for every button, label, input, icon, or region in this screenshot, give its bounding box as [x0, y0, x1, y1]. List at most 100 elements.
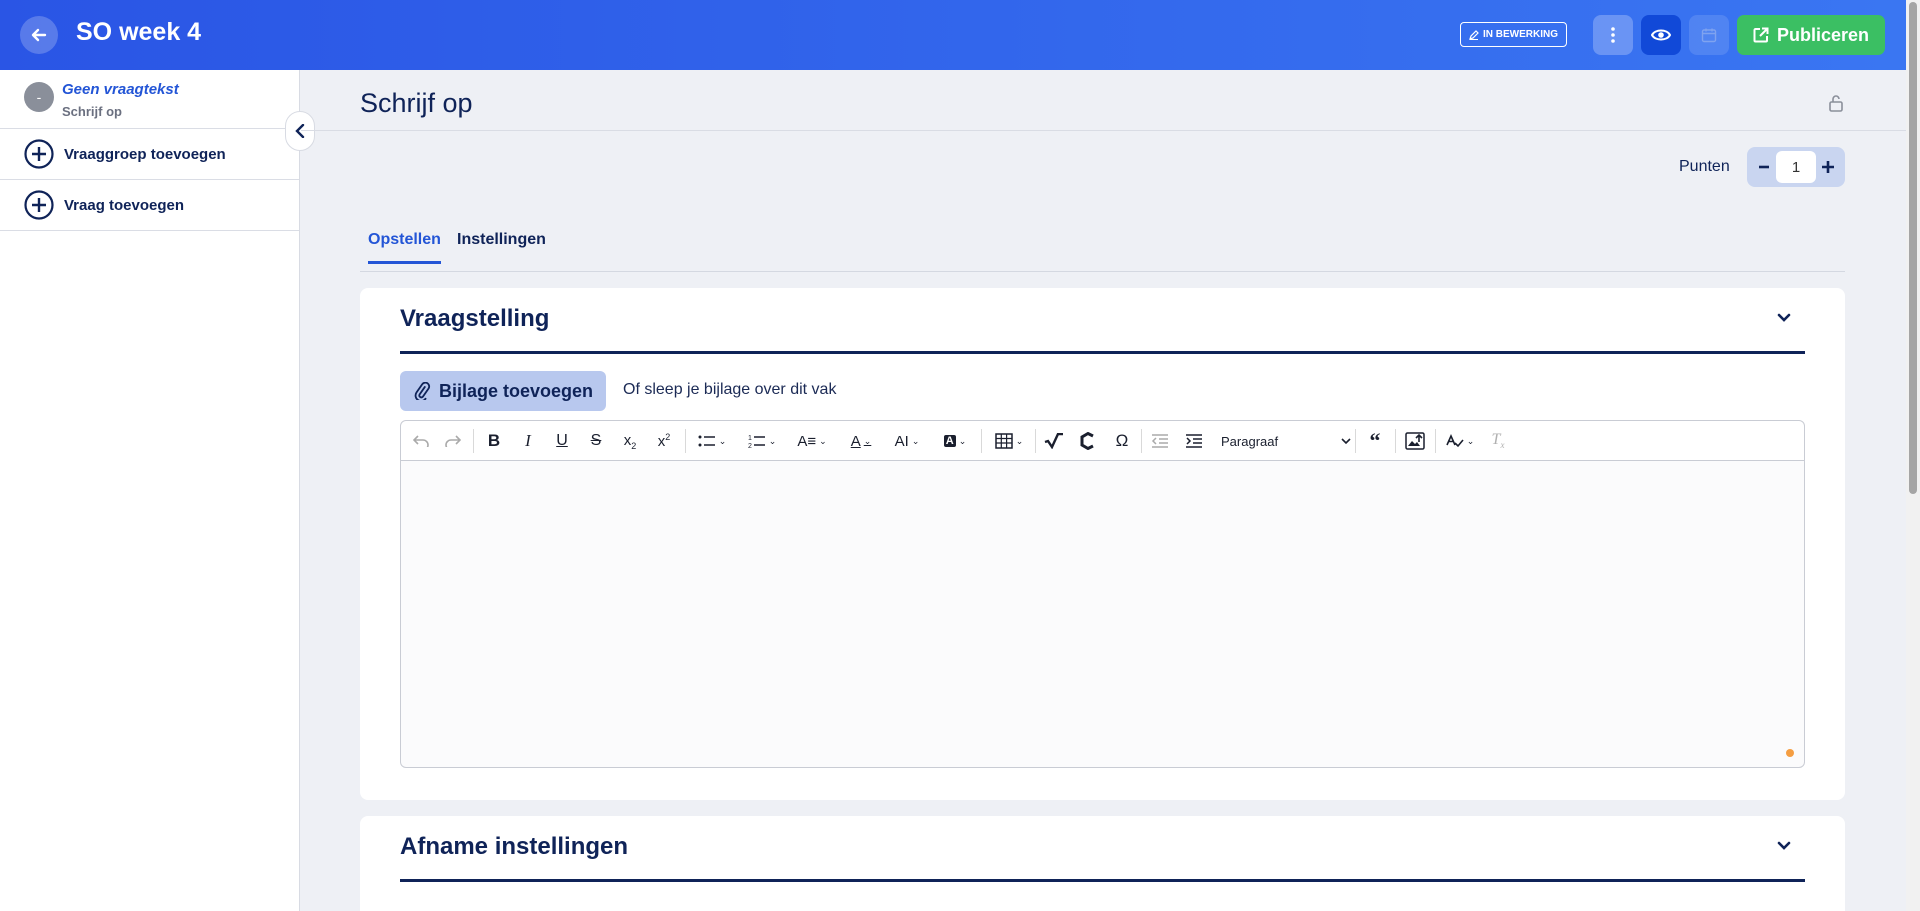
indent-icon [1186, 434, 1202, 448]
points-label: Punten [1679, 158, 1730, 175]
outdent-icon [1151, 434, 1168, 448]
paragraph-format-value: Paragraaf [1221, 433, 1279, 449]
status-badge: IN BEWERKING [1460, 22, 1567, 47]
underline-button[interactable]: U [549, 429, 575, 453]
editor-content-area[interactable] [401, 461, 1804, 767]
special-characters-button[interactable]: Ω [1109, 429, 1135, 453]
superscript-button[interactable]: x2 [651, 429, 677, 453]
calendar-icon [1701, 28, 1717, 43]
chevron-down-icon: ⌄ [768, 435, 777, 446]
chevron-down-icon: ⌄ [863, 435, 872, 446]
top-bar: SO week 4 IN BEWERKING Publiceren [0, 0, 1906, 70]
chevron-down-icon: ⌄ [1466, 435, 1475, 446]
lock-open-icon [1829, 95, 1843, 112]
font-size-button[interactable]: AI ⌄ [887, 429, 927, 453]
tab-opstellen[interactable]: Opstellen [368, 231, 441, 264]
paperclip-icon [414, 382, 430, 400]
toolbar-separator [685, 429, 686, 453]
insert-chemistry-button[interactable] [1075, 429, 1101, 453]
sidebar-question-item[interactable]: - Geen vraagtekst Schrijf op [0, 70, 299, 129]
toolbar-separator [1395, 429, 1396, 453]
font-color-button[interactable]: A ⌄ [841, 429, 881, 453]
spellcheck-button[interactable]: ⌄ [1441, 429, 1479, 453]
strikethrough-button[interactable]: S [583, 429, 609, 453]
plus-icon [1822, 161, 1834, 173]
scrollbar-thumb[interactable] [1909, 2, 1917, 494]
tab-bar: Opstellen Instellingen [360, 225, 1845, 272]
chevron-down-icon [1777, 313, 1791, 322]
add-attachment-button[interactable]: Bijlage toevoegen [400, 371, 606, 411]
points-stepper: 1 [1747, 147, 1845, 187]
paragraph-format-select[interactable]: Paragraaf [1221, 429, 1351, 453]
more-vertical-icon [1611, 27, 1615, 43]
chevron-down-icon: ⌄ [718, 435, 727, 446]
italic-icon: I [525, 431, 531, 450]
undo-icon [413, 435, 429, 447]
toolbar-separator [981, 429, 982, 453]
clear-formatting-button[interactable]: Tx [1485, 429, 1511, 453]
bold-button[interactable]: B [481, 429, 507, 453]
section-divider [400, 879, 1805, 882]
blockquote-button[interactable]: “ [1361, 428, 1389, 453]
question-text: Geen vraagtekst [62, 81, 179, 98]
preview-button[interactable] [1641, 15, 1681, 55]
lock-button[interactable] [1828, 94, 1844, 117]
redo-icon [445, 435, 461, 447]
add-question-group-button[interactable]: Vraaggroep toevoegen [0, 129, 299, 180]
points-input[interactable]: 1 [1776, 151, 1816, 183]
toolbar-separator [1355, 429, 1356, 453]
image-upload-icon [1405, 432, 1425, 450]
collapse-settings-section-button[interactable] [1777, 838, 1791, 856]
question-sidebar: - Geen vraagtekst Schrijf op Vraaggroep … [0, 70, 300, 911]
chevron-down-icon [1777, 841, 1791, 850]
italic-button[interactable]: I [515, 429, 541, 453]
text-style-button[interactable]: A≡ ⌄ [791, 429, 833, 453]
increase-points-button[interactable] [1817, 156, 1839, 178]
quote-icon: “ [1369, 428, 1381, 453]
svg-text:2: 2 [748, 443, 752, 449]
page-scrollbar[interactable] [1906, 0, 1920, 911]
toolbar-separator [1035, 429, 1036, 453]
collapse-question-section-button[interactable] [1777, 310, 1791, 328]
upload-image-button[interactable] [1401, 429, 1429, 453]
status-badge-label: IN BEWERKING [1483, 29, 1558, 40]
table-icon [994, 433, 1013, 449]
numbered-list-button[interactable]: 1 2 ⌄ [741, 429, 783, 453]
clear-format-icon: Tx [1491, 431, 1505, 451]
indent-button[interactable] [1181, 429, 1207, 453]
page-title: Schrijf op [360, 88, 473, 118]
subscript-button[interactable]: x2 [617, 429, 643, 453]
question-section-card: Vraagstelling Bijlage toevoegen Of sleep… [360, 288, 1845, 800]
outdent-button[interactable] [1147, 429, 1173, 453]
bullet-list-button[interactable]: ⌄ [691, 429, 733, 453]
add-question-button[interactable]: Vraag toevoegen [0, 180, 299, 231]
section-divider [400, 351, 1805, 354]
chemistry-icon [1080, 432, 1094, 450]
decrease-points-button[interactable] [1753, 156, 1775, 178]
schedule-button[interactable] [1689, 15, 1729, 55]
insert-math-button[interactable] [1041, 429, 1067, 453]
chevron-down-icon: ⌄ [958, 435, 967, 446]
publish-label: Publiceren [1776, 24, 1870, 45]
redo-button[interactable] [441, 429, 465, 453]
more-options-button[interactable] [1593, 15, 1633, 55]
chevron-down-icon: ⌄ [911, 435, 920, 446]
editor-status-dot [1786, 749, 1794, 757]
back-button[interactable] [20, 16, 58, 54]
plus-circle-icon [24, 190, 54, 220]
spellcheck-icon [1445, 434, 1464, 448]
tab-instellingen[interactable]: Instellingen [457, 231, 546, 261]
insert-table-button[interactable]: ⌄ [989, 429, 1029, 453]
superscript-icon: x2 [657, 432, 671, 450]
highlight-button[interactable]: A ⌄ [935, 429, 975, 453]
settings-section-title: Afname instellingen [400, 833, 629, 860]
publish-button[interactable]: Publiceren [1737, 15, 1885, 55]
chevron-down-icon [1341, 437, 1351, 444]
font-color-icon: A [850, 432, 861, 450]
underline-icon: U [556, 432, 568, 449]
bullet-list-icon [698, 435, 715, 447]
test-title: SO week 4 [76, 18, 202, 46]
undo-button[interactable] [409, 429, 433, 453]
external-link-icon [1753, 27, 1769, 43]
add-question-label: Vraag toevoegen [64, 196, 185, 214]
